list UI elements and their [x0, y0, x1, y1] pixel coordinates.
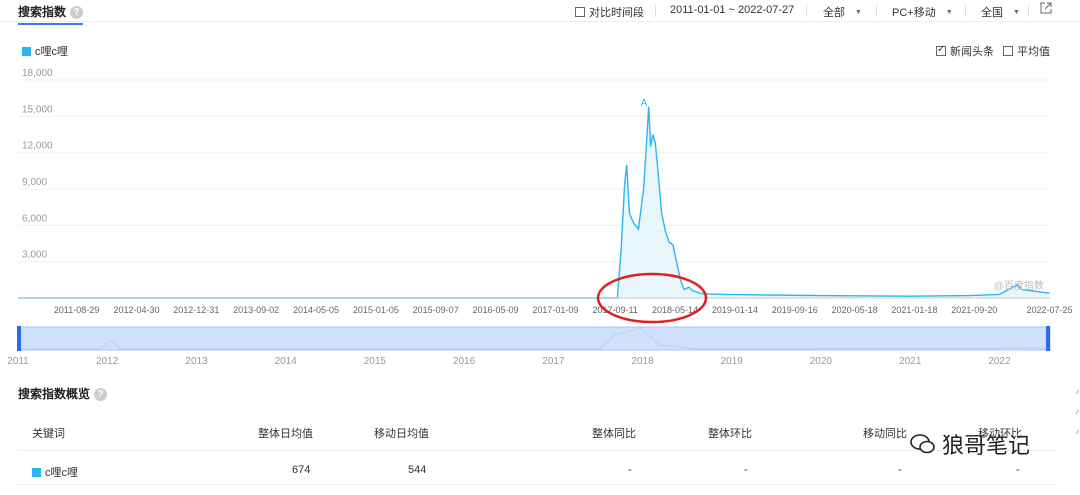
year-label: 2022 — [988, 356, 1011, 367]
x-tick-label: 2017-09-11 — [593, 305, 638, 315]
range-handle-right — [1046, 326, 1050, 351]
y-tick-label: 9,000 — [22, 177, 47, 188]
series-area — [18, 106, 1050, 298]
y-tick-label: 18,000 — [22, 68, 53, 79]
col-overall-avg: 整体日均值 — [258, 428, 313, 440]
y-tick-label: 12,000 — [22, 141, 53, 152]
x-tick-label: 2022-07-25 — [1026, 305, 1072, 315]
year-label: 2019 — [721, 356, 744, 367]
overall-avg-cell: 674 — [292, 464, 311, 476]
overview-table-header: 关键词 整体日均值 移动日均值 整体同比 整体环比 移动同比 移动环比 — [18, 413, 1058, 451]
col-keyword: 关键词 — [32, 428, 65, 440]
keyword-cell: c哩c哩 — [32, 464, 78, 480]
x-tick-label: 2021-09-20 — [951, 305, 997, 315]
legend-swatch — [32, 467, 41, 477]
y-tick-label: 3,000 — [22, 250, 47, 261]
chart-watermark: @百度指数 — [994, 279, 1044, 292]
x-tick-label: 2019-09-16 — [772, 305, 818, 315]
col-overall-yoy: 整体同比 — [592, 428, 636, 440]
x-tick-label: 2017-01-09 — [532, 305, 578, 315]
year-label: 2021 — [899, 356, 922, 367]
search-index-chart: 3,000 6,000 9,000 12,000 15,000 18,000 A @百度指… — [7, 68, 1072, 367]
overview-title: 搜索指数概览? — [18, 385, 108, 402]
col-mobile-avg: 移动日均值 — [374, 428, 429, 440]
range-slider-track — [17, 326, 1051, 351]
year-label: 2018 — [631, 356, 654, 367]
x-tick-label: 2014-05-05 — [293, 305, 339, 315]
mobile-yoy-cell: - — [898, 464, 902, 476]
help-icon[interactable]: ? — [94, 388, 108, 401]
year-label: 2014 — [275, 356, 298, 367]
x-tick-label: 2016-05-09 — [473, 305, 519, 315]
x-tick-label: 2015-09-07 — [413, 305, 459, 315]
range-handle-left — [17, 326, 21, 351]
col-mobile-yoy: 移动同比 — [863, 428, 907, 440]
year-label: 2015 — [364, 356, 387, 367]
y-tick-label: 6,000 — [22, 213, 47, 224]
wechat-icon — [910, 434, 935, 454]
table-row: c哩c哩 674 544 - - - - — [18, 452, 1058, 485]
year-label: 2016 — [453, 356, 476, 367]
wechat-watermark: 狼哥笔记 — [910, 428, 1030, 460]
x-tick-label: 2013-09-02 — [233, 305, 279, 315]
x-tick-label: 2015-01-05 — [353, 305, 399, 315]
year-label: 2013 — [185, 356, 208, 367]
overall-mom-cell: - — [744, 464, 748, 476]
mobile-mom-cell: - — [1016, 464, 1020, 476]
y-tick-label: 15,000 — [22, 104, 53, 115]
mobile-avg-cell: 544 — [408, 464, 427, 476]
year-label: 2011 — [7, 356, 29, 367]
overall-yoy-cell: - — [628, 464, 632, 476]
year-label: 2012 — [96, 356, 119, 367]
x-tick-label: 2011-08-29 — [54, 305, 99, 315]
scrollbar[interactable] — [1073, 380, 1080, 490]
x-tick-label: 2012-04-30 — [113, 305, 159, 315]
x-tick-label: 2021-01-18 — [891, 305, 937, 315]
col-overall-mom: 整体环比 — [708, 428, 752, 440]
year-label: 2020 — [810, 356, 833, 367]
x-tick-label: 2012-12-31 — [173, 305, 219, 315]
peak-marker: A — [641, 98, 648, 109]
series-line — [18, 106, 1050, 299]
year-label: 2017 — [542, 356, 565, 367]
x-tick-label: 2019-01-14 — [712, 305, 758, 315]
x-tick-label: 2020-05-18 — [832, 305, 878, 315]
